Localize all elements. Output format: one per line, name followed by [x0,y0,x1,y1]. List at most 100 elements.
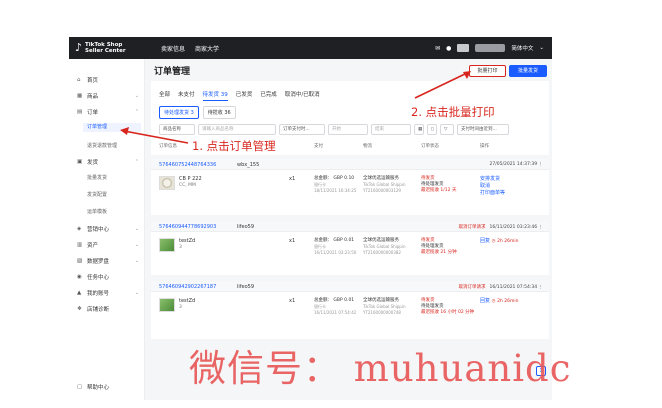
language-switch[interactable]: 简体中文 [511,44,533,52]
reply-link[interactable]: 回复 [480,238,490,244]
bookmark-icon[interactable]: ▯ [427,124,437,135]
print-label-link[interactable]: 打印面单等 [480,190,505,197]
calendar-icon[interactable]: ▦ [414,124,424,135]
chevron-down-icon: ⌄ [134,290,139,296]
sidebar-sub-waybill-template[interactable]: 运单模板 [87,208,139,215]
arrange-ship-link[interactable]: 安排发货 [480,176,505,183]
product-name: testZd [179,298,196,304]
annotation-step-1: 1. 点击订单管理 [192,139,276,153]
tab-unpaid[interactable]: 未支付 [178,90,195,101]
product-name-select[interactable]: 商品名称 [159,124,195,135]
col-payment: 支付 [314,144,323,149]
store-icon: ❖ [77,306,82,312]
blurred-shop-name [457,44,470,52]
batch-print-button[interactable]: 批量打印 [469,65,506,77]
sidebar-sub-order-manage[interactable]: 订单管理 [83,123,141,132]
sidebar-sub-ship-config[interactable]: 发货配置 [87,191,139,198]
sidebar-item-tasks[interactable]: ◉ 任务中心 [77,273,139,281]
quantity: x1 [289,298,296,304]
sidebar-sub-returns[interactable]: 退货退款管理 [87,142,139,149]
blurred-account[interactable] [475,44,506,52]
chevron-down-icon: ⌄ [539,45,544,51]
col-status: 订单状态 [421,144,439,149]
paid-time: 16/11/2021 03:23:50 [314,250,357,255]
sidebar-item-goods[interactable]: ▦ 商品 ⌄ [77,92,139,100]
tab-to-ship[interactable]: 待发货 39 [202,90,228,101]
tab-cancelled[interactable]: 取消中/已取消 [285,90,320,101]
sidebar-item-finance[interactable]: ▥ 资产 ⌄ [77,241,139,249]
more-icon[interactable]: ⋮ [539,225,544,230]
page-title: 订单管理 [154,67,191,77]
product-thumbnail[interactable] [159,238,175,252]
sidebar-item-store-diagnosis[interactable]: ❖ 店铺诊断 [77,305,139,313]
topnav-university[interactable]: 商家大学 [195,44,219,53]
quantity: x1 [289,238,296,244]
order-time: 16/11/2021 07:54:34 [489,285,538,290]
col-order-info: 订单信息 [159,144,177,149]
sidebar-item-shipping[interactable]: ▣ 发货 ⌃ [77,158,139,166]
deadline-text: 最迟揽收 21 分钟 [421,250,457,255]
time-type-select[interactable]: 订单支付时... [279,124,325,135]
topnav-seller-info[interactable]: 卖家信息 [161,44,185,53]
product-thumbnail[interactable] [159,298,175,312]
sidebar-sub-batch-ship[interactable]: 批量发货 [87,174,139,181]
sidebar-item-data[interactable]: ▧ 数据罗盘 ⌄ [77,257,139,265]
subtab-awaiting-pickup[interactable]: 待揽收 36 [202,106,236,119]
bell-icon[interactable]: ● [446,45,451,52]
tracking-number[interactable]: YT2160000000382 [363,250,406,256]
shipping-icon: ▣ [77,159,83,165]
tab-shipped[interactable]: 已发货 [236,90,253,101]
data-icon: ▧ [77,258,83,264]
end-date-input[interactable]: 结束 [371,124,411,135]
chevron-down-icon: ⌄ [134,226,139,232]
subtab-pending-ship[interactable]: 待处理发货 3 [159,106,199,119]
cancel-link[interactable]: 取消 [480,183,505,190]
sidebar-item-help[interactable]: ▢ 帮助中心 [77,383,139,391]
paid-time: 16/11/2021 07:54:42 [314,310,357,315]
batch-ship-button[interactable]: 批量发货 [509,65,547,77]
screenshot-page: ♪ TikTok Shop Seller Center 卖家信息 商家大学 ✉ … [0,0,662,408]
order-time: 16/11/2021 03:23:46 [489,225,538,230]
order-id-link[interactable]: 576460752448764336 [159,162,216,168]
more-icon[interactable]: ⋮ [539,285,544,290]
tiktok-shop-logo[interactable]: ♪ TikTok Shop Seller Center [75,41,126,54]
clock-icon: ◷ [491,299,496,304]
deadline-text: 最迟揽收 1/12 天 [421,188,457,193]
order-id-link[interactable]: 576460942902267187 [159,284,216,290]
marketing-icon: ◈ [77,226,82,232]
sidebar-item-home[interactable]: ⌂ 首页 [77,76,139,84]
top-nav: 卖家信息 商家大学 [161,44,219,53]
chevron-down-icon: ⌄ [134,242,139,248]
filter-row: 商品名称 请输入商品名称 订单支付时... 开始 结束 ▦ ▯ ▽ 支付时间由近… [159,124,509,135]
buyer-name: wbx_155 [237,162,260,168]
annotation-step-2: 2. 点击批量打印 [411,105,495,119]
sidebar-item-orders[interactable]: ▤ 订单 ⌃ [77,108,139,116]
reply-countdown: 2h 26min [497,299,519,304]
more-icon[interactable]: ⋮ [539,162,544,167]
order-card: 576460752448764336 wbx_155 27/05/2021 14… [151,159,549,215]
order-id-link[interactable]: 576460944778692903 [159,224,216,230]
tab-completed[interactable]: 已完成 [260,90,277,101]
paid-time: 18/11/2021 16:34:25 [314,188,357,193]
start-date-input[interactable]: 开始 [328,124,368,135]
order-header: 576460942902267187 lifeo59 取消订单请求 16/11/2… [151,281,549,292]
goods-icon: ▦ [77,93,83,99]
product-name-input[interactable]: 请输入商品名称 [198,124,276,135]
cancel-request-tag: 取消订单请求 [458,225,486,230]
filter-icon[interactable]: ▽ [440,124,454,135]
tracking-number[interactable]: YT2160000000748 [363,310,406,316]
product-sku: CC, MM [179,183,196,188]
tracking-number[interactable]: YT2160000003129 [363,188,406,194]
sidebar-item-marketing[interactable]: ◈ 营销中心 ⌄ [77,225,139,233]
buyer-name: lifeo59 [237,284,255,290]
mail-icon[interactable]: ✉ [435,45,440,52]
chevron-down-icon: ⌄ [134,93,139,99]
tab-all[interactable]: 全部 [159,90,170,101]
reply-link[interactable]: 回复 [480,298,490,304]
sort-select[interactable]: 支付时间由近到... [457,124,509,135]
chevron-up-icon: ⌃ [134,159,139,165]
sidebar-item-account[interactable]: ▲ 我的账号 ⌄ [77,289,139,297]
finance-icon: ▥ [77,242,83,248]
product-thumbnail[interactable] [159,176,175,190]
order-card: 576460942902267187 lifeo59 取消订单请求 16/11/2… [151,281,549,339]
